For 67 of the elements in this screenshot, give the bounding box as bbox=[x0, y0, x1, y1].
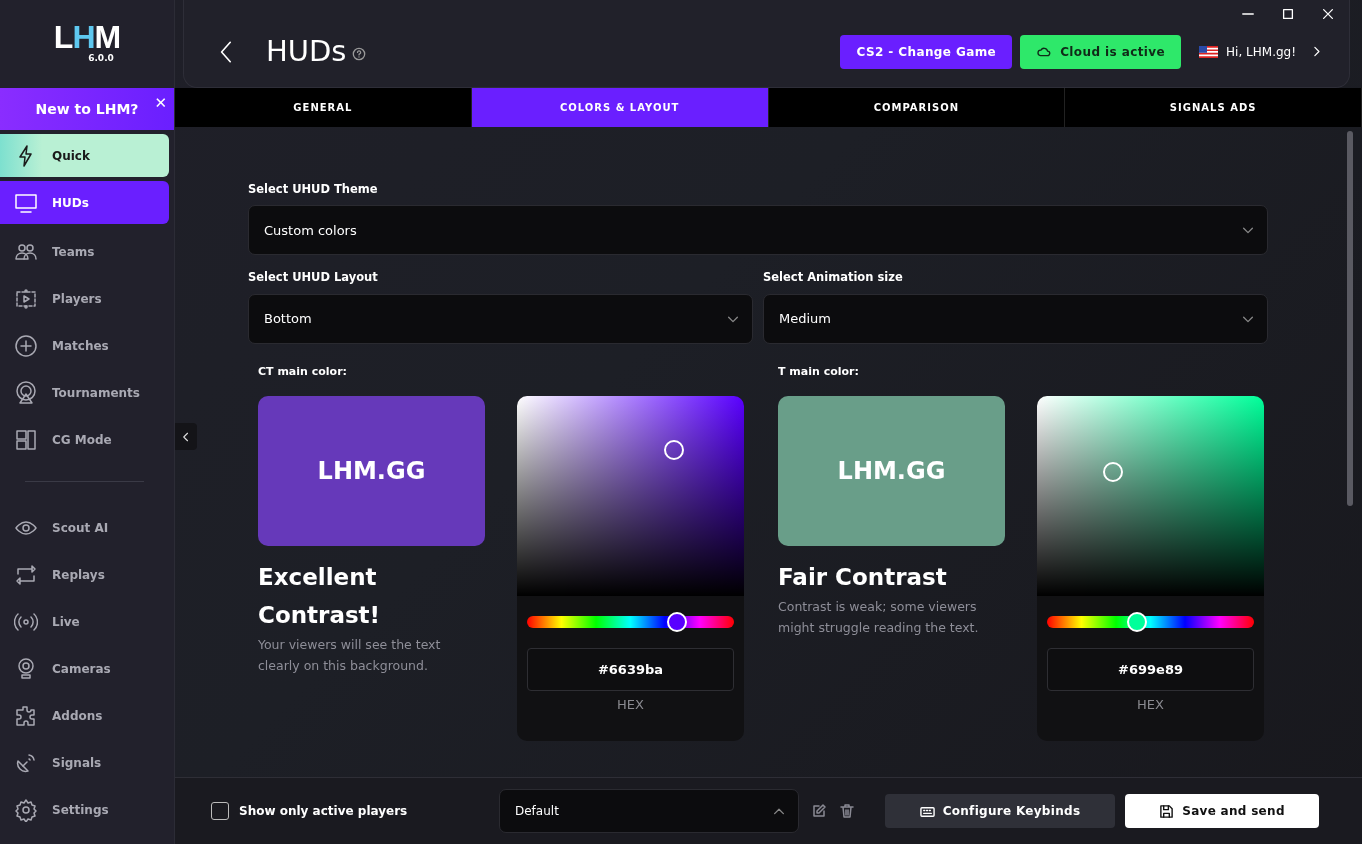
maximize-icon bbox=[1281, 7, 1295, 21]
version-label: 6.0.0 bbox=[88, 52, 114, 66]
color-preview: LHM.GG bbox=[258, 396, 485, 546]
picker-handle[interactable] bbox=[664, 440, 685, 461]
scrollbar[interactable] bbox=[1347, 131, 1353, 506]
collapse-button[interactable] bbox=[175, 423, 197, 450]
checkbox[interactable] bbox=[211, 802, 229, 820]
logo: LHM bbox=[53, 22, 121, 53]
user-menu[interactable]: Hi, LHM.gg! bbox=[1193, 41, 1329, 62]
tab[interactable]: COLORS & LAYOUT bbox=[471, 88, 769, 127]
contrast-rating: Excellent Contrast! bbox=[258, 563, 382, 630]
field-label: Select UHUD Theme bbox=[248, 181, 379, 198]
close-button[interactable]: ✕ bbox=[152, 96, 169, 111]
checkbox-label: Show only active players bbox=[239, 803, 409, 820]
hex-label: HEX bbox=[1136, 696, 1165, 714]
preset-dropdown[interactable]: Default bbox=[499, 789, 799, 833]
saturation-area[interactable] bbox=[517, 396, 744, 596]
sidebar-item[interactable]: Cameras bbox=[0, 645, 169, 692]
player-frame-icon bbox=[14, 286, 38, 311]
banner-text: New to LHM? bbox=[35, 99, 139, 119]
field-label: Select UHUD Layout bbox=[248, 269, 379, 287]
sidebar-item[interactable]: Teams bbox=[0, 228, 169, 275]
close-icon bbox=[1321, 7, 1335, 21]
save-button[interactable]: Save and send bbox=[1125, 794, 1319, 828]
dropdown[interactable]: Bottom bbox=[248, 293, 753, 344]
hex-input[interactable]: #699e89 bbox=[1047, 648, 1254, 691]
sidebar-item[interactable]: Matches bbox=[0, 322, 169, 369]
plus-circle-icon bbox=[14, 333, 38, 358]
cloud-status-button[interactable]: Cloud is active bbox=[1020, 34, 1182, 69]
sidebar-item[interactable]: Replays bbox=[0, 551, 169, 598]
keybinds-button[interactable]: Configure Keybinds bbox=[885, 794, 1115, 828]
layout-icon bbox=[14, 427, 38, 452]
color-preview: LHM.GG bbox=[778, 396, 1005, 546]
sidebar-item[interactable]: Scout AI bbox=[0, 504, 169, 551]
hue-handle[interactable] bbox=[667, 612, 688, 632]
sidebar-item[interactable]: HUDs bbox=[0, 181, 169, 224]
hue-handle[interactable] bbox=[1126, 612, 1147, 632]
field-label: Select Animation size bbox=[763, 269, 904, 287]
contrast-rating: Fair Contrast bbox=[778, 563, 948, 592]
edit-icon bbox=[811, 803, 827, 819]
contrast-description: Your viewers will see the text clearly on this background. bbox=[258, 636, 442, 675]
sidebar-item[interactable]: Quick bbox=[0, 134, 169, 177]
color-label: CT main color: bbox=[258, 363, 348, 380]
trash-icon bbox=[839, 803, 855, 819]
sidebar-item[interactable]: CG Mode bbox=[0, 416, 169, 463]
contrast-description: Contrast is weak; some viewers might struggle reading the text. bbox=[778, 598, 980, 637]
page-title: HUDs bbox=[266, 33, 347, 70]
dropdown[interactable]: Custom colors bbox=[248, 205, 1268, 256]
picker-handle[interactable] bbox=[1103, 462, 1124, 483]
sidebar-item[interactable]: Signals bbox=[0, 739, 169, 786]
sidebar-item[interactable]: Players bbox=[0, 275, 169, 322]
color-label: T main color: bbox=[778, 363, 860, 380]
sidebar-item[interactable]: Settings bbox=[0, 786, 169, 833]
puzzle-icon bbox=[14, 703, 38, 728]
hex-input[interactable]: #6639ba bbox=[527, 648, 734, 691]
sidebar-item[interactable]: Addons bbox=[0, 692, 169, 739]
sidebar-item[interactable]: Tournaments bbox=[0, 369, 169, 416]
change-game-button[interactable]: CS2 - Change Game bbox=[840, 34, 1013, 69]
broadcast-icon bbox=[14, 380, 38, 405]
saturation-area[interactable] bbox=[1037, 396, 1264, 596]
help-icon bbox=[352, 46, 367, 61]
flag-icon bbox=[1199, 45, 1219, 58]
settings-icon bbox=[14, 797, 38, 822]
dropdown[interactable]: Medium bbox=[763, 293, 1268, 344]
repeat-icon bbox=[14, 562, 38, 587]
sidebar-item[interactable]: Live bbox=[0, 598, 169, 645]
hex-label: HEX bbox=[616, 696, 645, 714]
